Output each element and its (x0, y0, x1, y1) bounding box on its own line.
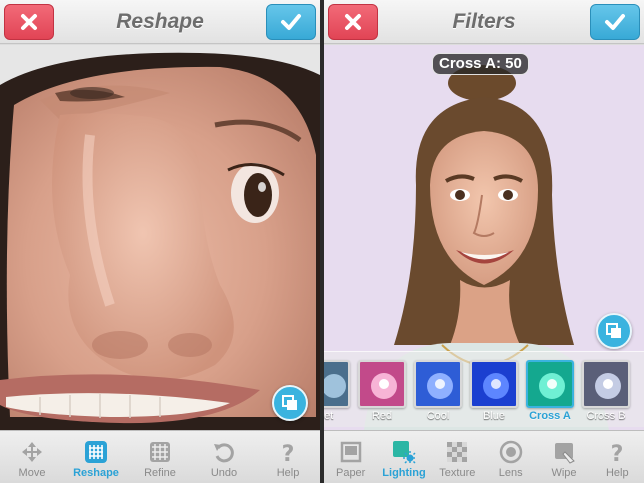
filter-preview-image (416, 362, 460, 406)
cancel-button[interactable] (4, 4, 54, 40)
filters-photo-canvas[interactable]: Cross A: 50 set Red Cool Blue (324, 45, 644, 430)
confirm-button[interactable] (590, 4, 640, 40)
texture-icon (445, 440, 469, 464)
lens-icon (499, 440, 523, 464)
help-icon: ? (605, 440, 629, 464)
close-icon (345, 14, 361, 30)
filters-title-bar: Filters (324, 0, 644, 44)
tool-paper-label: Paper (335, 467, 366, 479)
filter-preview-image (324, 362, 348, 406)
filter-thumb-cool[interactable] (414, 360, 462, 408)
filter-carousel[interactable]: set Red Cool Blue Cross A Cross B (324, 351, 644, 427)
tool-paper[interactable]: Paper (324, 431, 377, 483)
filter-preview-image (472, 362, 516, 406)
filter-thumb-blue[interactable] (470, 360, 518, 408)
confirm-button[interactable] (266, 4, 316, 40)
reshape-grid-icon (84, 440, 108, 464)
tool-undo[interactable]: Undo (192, 431, 256, 483)
tool-help[interactable]: ? Help (256, 431, 320, 483)
reshape-photo-canvas[interactable] (0, 45, 320, 430)
tool-lens-label: Lens (498, 467, 523, 479)
move-arrows-icon (20, 440, 44, 464)
tool-undo-label: Undo (210, 467, 238, 479)
filter-label: set (324, 410, 334, 422)
reshape-screen: Reshape Move Reshape Refine Undo ? Help (0, 0, 320, 483)
wipe-icon (552, 440, 576, 464)
undo-icon (212, 440, 236, 464)
tool-lens[interactable]: Lens (484, 431, 537, 483)
tool-refine[interactable]: Refine (128, 431, 192, 483)
cancel-button[interactable] (328, 4, 378, 40)
filter-label: Blue (482, 410, 506, 422)
filters-screen: Filters Cross A: 50 et Red Cool Blue Cro… (324, 0, 644, 483)
compare-button[interactable] (272, 385, 308, 421)
filter-preview-image (584, 362, 628, 406)
filter-preview-image (528, 362, 572, 406)
tool-reshape-label: Reshape (73, 467, 119, 479)
tool-move[interactable]: Move (0, 431, 64, 483)
tool-wipe[interactable]: Wipe (537, 431, 590, 483)
tool-move-label: Move (18, 467, 46, 479)
reshape-title-bar: Reshape (0, 0, 320, 44)
tool-wipe-label: Wipe (551, 467, 577, 479)
filter-label: Cool (426, 410, 450, 422)
tool-lighting[interactable]: Lighting (377, 431, 430, 483)
filter-preview-image (360, 362, 404, 406)
filter-thumb-cross-b[interactable] (582, 360, 630, 408)
lighting-icon (392, 440, 416, 464)
svg-text:?: ? (282, 442, 295, 464)
check-icon (281, 14, 301, 30)
close-icon (21, 14, 37, 30)
refine-grid-icon (148, 440, 172, 464)
filter-thumb-preset[interactable] (324, 360, 350, 408)
paper-icon (339, 440, 363, 464)
tool-reshape[interactable]: Reshape (64, 431, 128, 483)
tool-lighting-label: Lighting (382, 467, 426, 479)
filter-label: Red (371, 410, 393, 422)
layers-icon (282, 395, 297, 410)
tool-refine-label: Refine (144, 467, 176, 479)
page-title: Filters (452, 10, 516, 33)
help-icon: ? (276, 440, 300, 464)
reshape-toolbar: Move Reshape Refine Undo ? Help (0, 430, 320, 483)
tool-help[interactable]: ? Help (591, 431, 644, 483)
svg-text:?: ? (611, 442, 624, 464)
layers-icon (606, 323, 621, 338)
tool-texture[interactable]: Texture (431, 431, 484, 483)
tool-help-label: Help (276, 467, 300, 479)
filter-label-selected: Cross A (529, 410, 571, 422)
compare-button[interactable] (596, 313, 632, 349)
filter-thumb-red[interactable] (358, 360, 406, 408)
filters-toolbar: Paper Lighting Texture Lens Wipe ? Help (324, 430, 644, 483)
page-title: Reshape (116, 10, 204, 33)
distorted-face-photo (0, 45, 320, 430)
filter-value-label: Cross A: 50 (432, 53, 529, 75)
filter-label: Cross B (586, 410, 626, 422)
filter-thumb-cross-a[interactable] (526, 360, 574, 408)
check-icon (605, 14, 625, 30)
tool-help-label: Help (605, 467, 629, 479)
tool-texture-label: Texture (439, 467, 476, 479)
